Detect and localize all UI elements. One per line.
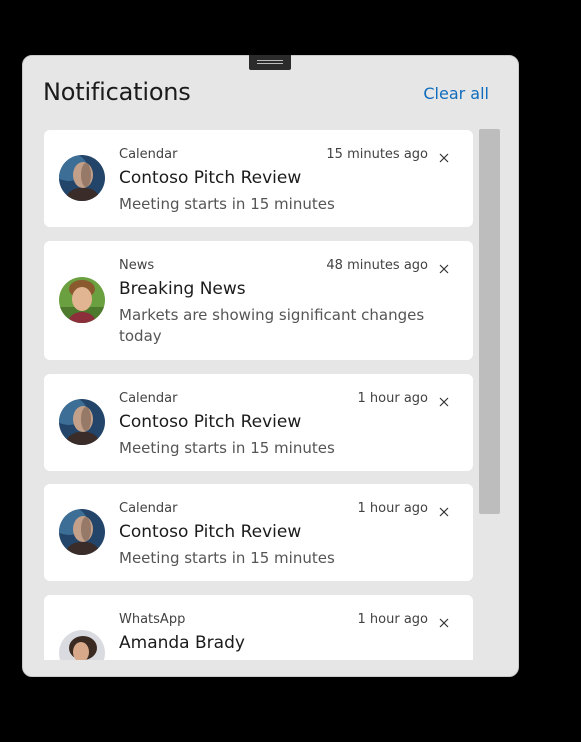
notification-title: Contoso Pitch Review [119,168,302,188]
notification-card[interactable]: Calendar 1 hour ago Contoso Pitch Review… [44,374,473,471]
notification-title: Breaking News [119,279,246,299]
boy-portrait-icon [59,277,105,323]
clear-all-button[interactable]: Clear all [423,84,489,103]
woman-portrait-icon [59,630,105,660]
notification-card[interactable]: Calendar 1 hour ago Contoso Pitch Review… [44,484,473,581]
notification-body: Meeting starts in 15 minutes [119,439,335,457]
avatar [59,630,105,660]
notification-card[interactable]: WhatsApp 1 hour ago Amanda Brady [44,595,473,660]
notification-title: Contoso Pitch Review [119,412,302,432]
notification-list: Calendar 15 minutes ago Contoso Pitch Re… [44,130,473,660]
avatar [59,509,105,555]
man-portrait-icon [59,509,105,555]
notification-body: Markets are showing significant changes … [119,306,425,345]
close-icon[interactable] [437,151,451,165]
panel-title: Notifications [43,78,191,106]
drag-handle[interactable] [249,55,291,70]
notification-time: 1 hour ago [357,612,428,627]
notification-source: News [119,258,155,273]
notification-panel: Notifications Clear all Calendar 15 minu… [22,55,519,677]
close-icon[interactable] [437,395,451,409]
avatar [59,277,105,323]
close-icon[interactable] [437,262,451,276]
man-portrait-icon [59,155,105,201]
avatar [59,399,105,445]
notification-source: Calendar [119,501,178,516]
notification-source: Calendar [119,391,178,406]
notification-time: 1 hour ago [357,391,428,406]
notification-source: Calendar [119,147,178,162]
notification-source: WhatsApp [119,612,186,627]
notification-card[interactable]: Calendar 15 minutes ago Contoso Pitch Re… [44,130,473,227]
close-icon[interactable] [437,505,451,519]
close-icon[interactable] [437,616,451,630]
notification-card[interactable]: News 48 minutes ago Breaking News Market… [44,241,473,360]
notification-time: 15 minutes ago [326,147,428,162]
notification-title: Contoso Pitch Review [119,522,302,542]
notification-body: Meeting starts in 15 minutes [119,195,335,213]
notification-body: Meeting starts in 15 minutes [119,549,335,567]
notification-title: Amanda Brady [119,633,245,653]
man-portrait-icon [59,399,105,445]
avatar [59,155,105,201]
grip-line [257,60,283,61]
scrollbar[interactable] [479,129,500,514]
grip-line [257,63,283,64]
notification-time: 1 hour ago [357,501,428,516]
notification-time: 48 minutes ago [326,258,428,273]
